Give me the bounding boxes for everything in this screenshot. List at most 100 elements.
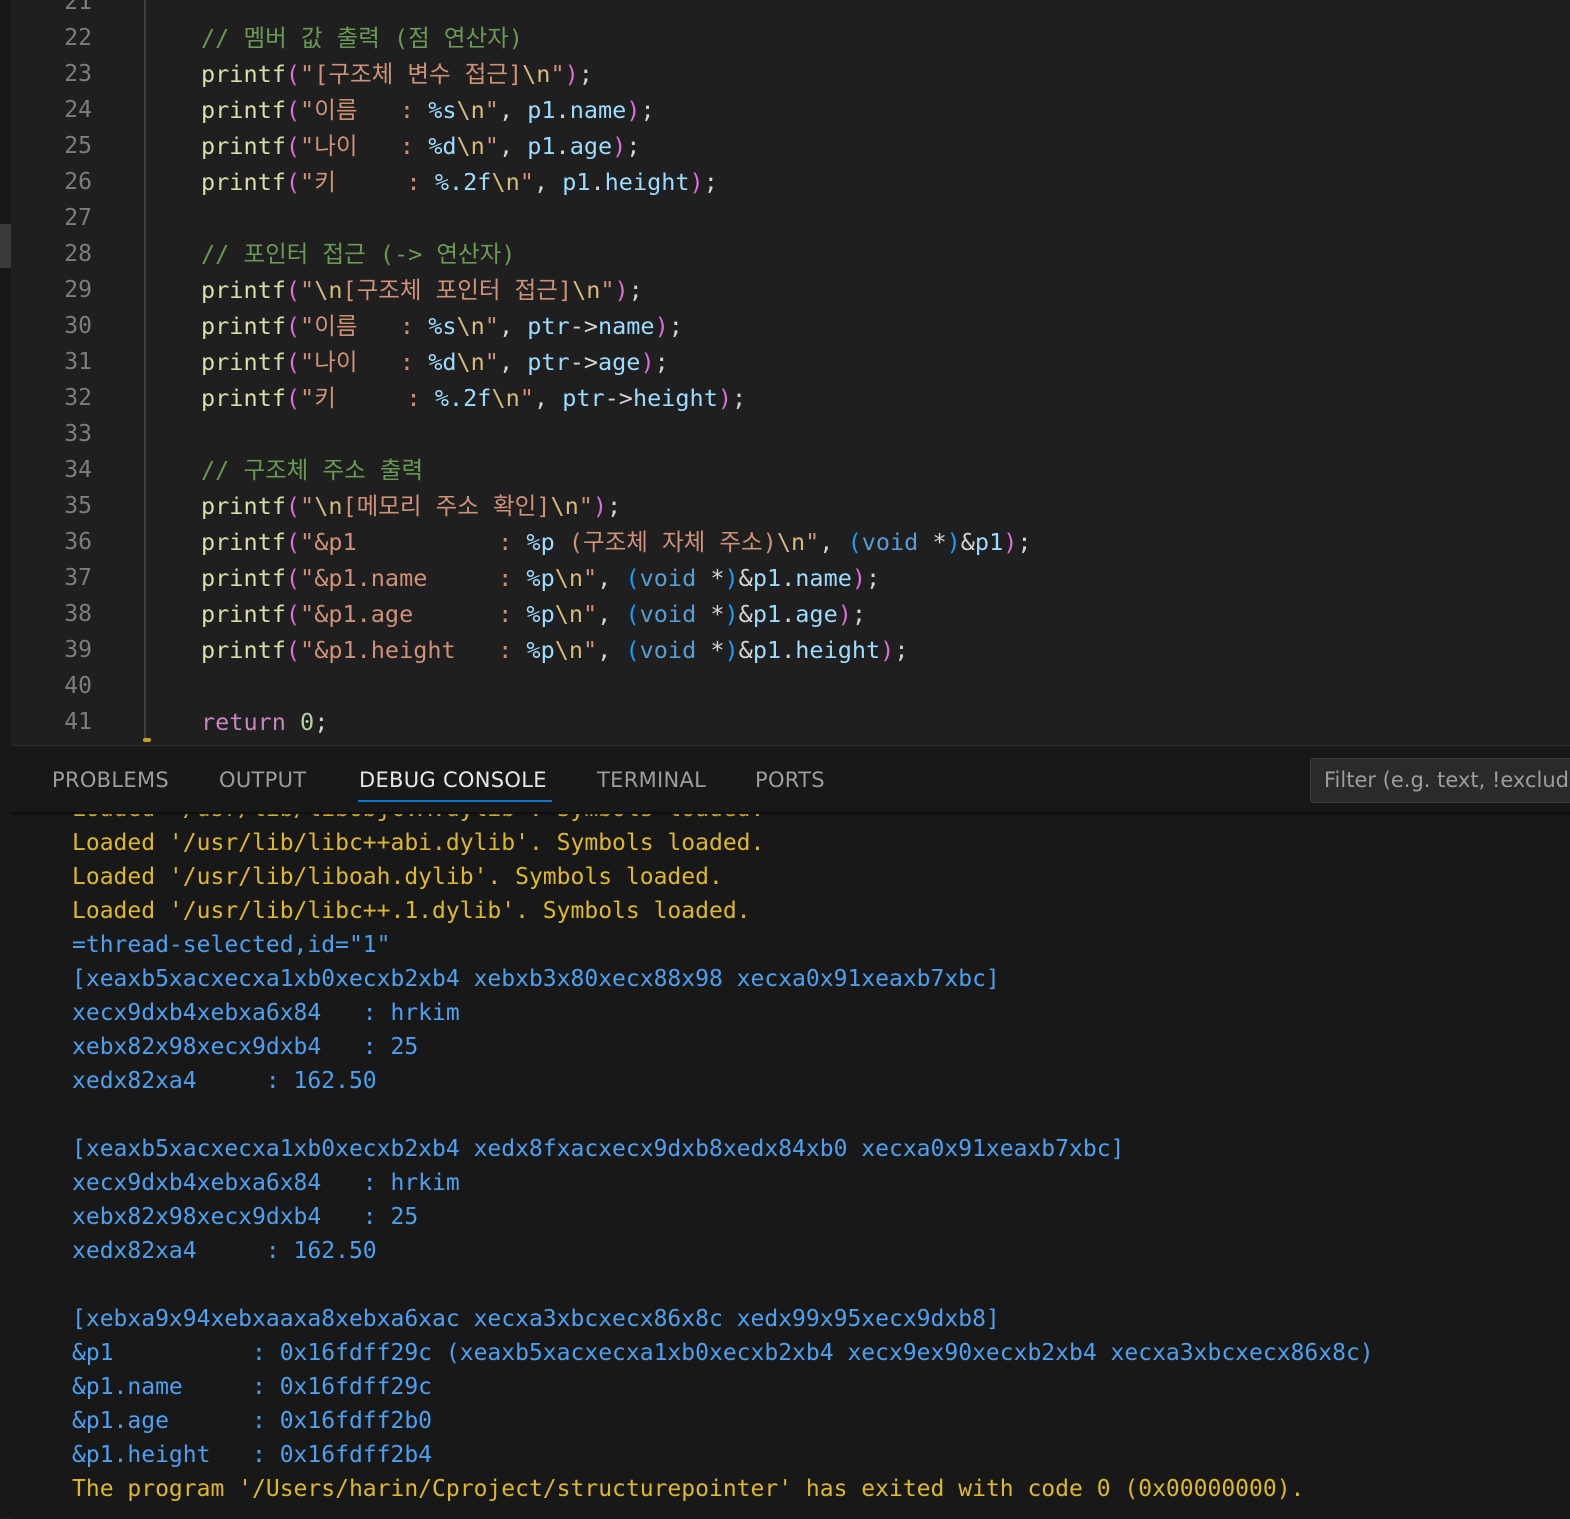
code-token: ( — [285, 564, 301, 592]
line-number: 32 — [64, 385, 92, 411]
code-token: ptr — [527, 348, 570, 376]
code-token: // 멤버 값 출력 (점 연산자) — [201, 24, 523, 52]
code-line[interactable]: 21 — [11, 0, 1570, 20]
code-line[interactable]: 26 printf("키 : %.2f\n", p1.height); — [11, 164, 1570, 200]
code-token: , — [498, 132, 528, 160]
code-line[interactable]: 38 printf("&p1.age : %p\n", (void *)&p1.a… — [11, 596, 1570, 632]
code-token: \n — [554, 600, 584, 628]
code-token: ) — [1003, 528, 1018, 556]
code-token: ; — [640, 96, 655, 124]
code-line[interactable]: 33 — [11, 416, 1570, 452]
tab-problems[interactable]: PROBLEMS — [52, 766, 169, 794]
code-token: ; — [1017, 528, 1032, 556]
code-token: ; — [866, 564, 881, 592]
code-line[interactable]: 25 printf("나이 : %d\n", p1.age); — [11, 128, 1570, 164]
tab-output[interactable]: OUTPUT — [219, 766, 306, 794]
code-token: p1 — [752, 564, 782, 592]
code-line[interactable]: 41 return 0; — [11, 704, 1570, 740]
code-token: p1 — [752, 636, 782, 664]
code-token: ) — [717, 384, 732, 412]
code-token: \n — [522, 60, 551, 88]
code-token: , — [597, 600, 626, 628]
code-line[interactable]: 34 // 구조체 주소 출력 — [11, 452, 1570, 488]
debug-console-output[interactable]: Loaded '/usr/lib/libobjc.A.dylib'. Symbo… — [11, 814, 1570, 1519]
console-filter[interactable] — [1310, 758, 1570, 803]
code-text: printf("나이 : %d\n", ptr->age); — [201, 344, 669, 380]
code-token: %.2f — [434, 168, 492, 196]
line-number: 41 — [64, 709, 92, 735]
code-line[interactable]: 39 printf("&p1.height : %p\n", (void *)&p… — [11, 632, 1570, 668]
code-text: // 구조체 주소 출력 — [201, 452, 423, 488]
code-editor[interactable]: 21 22// 멤버 값 출력 (점 연산자) 23 printf("[구조체 변수 … — [11, 0, 1570, 745]
code-token: . — [781, 564, 796, 592]
code-line[interactable]: 37 printf("&p1.name : %p\n", (void *)&p1.… — [11, 560, 1570, 596]
code-line[interactable]: 32 printf("키 : %.2f\n", ptr->height); — [11, 380, 1570, 416]
code-token: \n — [572, 276, 601, 304]
console-line: [xebxa9x94xebxaaxa8xebxa6xac xecxa3xbcxe… — [72, 1306, 1000, 1332]
code-token: ( — [625, 564, 640, 592]
code-token: , — [498, 348, 528, 376]
code-token: "&p1 : — [300, 528, 527, 556]
code-text: printf("이름 : %s\n", ptr->name); — [201, 308, 683, 344]
code-token: & — [738, 564, 753, 592]
code-token: " — [519, 384, 534, 412]
code-token: "[구조체 변수 접근] — [300, 60, 523, 88]
code-line[interactable]: 22 // 멤버 값 출력 (점 연산자) — [11, 20, 1570, 56]
code-token: ; — [668, 312, 683, 340]
code-line[interactable]: 30 printf("이름 : %s\n", ptr->name); — [11, 308, 1570, 344]
tab-ports[interactable]: PORTS — [755, 766, 825, 794]
code-token: ; — [314, 708, 329, 736]
code-token: printf — [201, 60, 286, 88]
code-line[interactable]: 35 printf("\n[메모리 주소 확인]\n"); — [11, 488, 1570, 524]
code-token: %p — [526, 528, 555, 556]
code-token: printf — [201, 600, 286, 628]
code-line[interactable]: 40 — [11, 668, 1570, 704]
code-token: \n — [554, 564, 584, 592]
code-token: height — [604, 168, 690, 196]
tab-debug-console[interactable]: DEBUG CONSOLE — [359, 766, 547, 794]
code-token: %p — [526, 636, 555, 664]
console-line: Loaded '/usr/lib/libc++abi.dylib'. Symbo… — [72, 830, 765, 856]
code-text: printf("\n[구조체 포인터 접근]\n"); — [201, 272, 643, 308]
code-token: , — [819, 528, 848, 556]
code-token: void — [639, 564, 697, 592]
code-token: \n — [550, 492, 579, 520]
code-line[interactable]: 27 — [11, 200, 1570, 236]
line-number: 24 — [64, 97, 92, 123]
code-token: * — [918, 528, 947, 556]
console-line: &p1 : 0x16fdff29c (xeaxb5xacxecxa1xb0xec… — [72, 1340, 1374, 1366]
line-number: 21 — [64, 0, 92, 15]
code-token: 0 — [300, 708, 315, 736]
code-token: ptr — [527, 312, 570, 340]
line-number: 29 — [64, 277, 92, 303]
code-text: printf("나이 : %d\n", p1.age); — [201, 128, 640, 164]
code-text: // 멤버 값 출력 (점 연산자) — [201, 20, 523, 56]
code-token: \n — [456, 132, 485, 160]
code-token: %s — [428, 312, 457, 340]
console-line: xecx9dxb4xebxa6x84 : hrkim — [72, 1000, 460, 1026]
line-number: 37 — [64, 565, 92, 591]
code-token: name — [569, 96, 627, 124]
code-line[interactable]: 28 // 포인터 접근 (-> 연산자) — [11, 236, 1570, 272]
console-filter-input[interactable] — [1311, 759, 1570, 792]
code-text: printf("&p1.age : %p\n", (void *)&p1.age… — [201, 596, 866, 632]
line-number: 36 — [64, 529, 92, 555]
tab-terminal[interactable]: TERMINAL — [597, 766, 706, 794]
code-token: printf — [201, 528, 286, 556]
code-line[interactable]: 36 printf("&p1 : %p (구조체 자체 주소)\n", (void… — [11, 524, 1570, 560]
console-line: &p1.height : 0x16fdff2b4 — [72, 1442, 433, 1468]
code-token: " — [583, 600, 598, 628]
code-token: [메모리 주소 확인] — [342, 492, 551, 520]
code-line[interactable]: 24 printf("이름 : %s\n", p1.name); — [11, 92, 1570, 128]
bottom-panel: PROBLEMS OUTPUT DEBUG CONSOLE TERMINAL P… — [11, 745, 1570, 1519]
code-text: printf("이름 : %s\n", p1.name); — [201, 92, 655, 128]
code-line[interactable]: 29 printf("\n[구조체 포인터 접근]\n"); — [11, 272, 1570, 308]
code-token: , — [533, 384, 563, 412]
code-token: " — [300, 276, 315, 304]
code-text: // 포인터 접근 (-> 연산자) — [201, 236, 515, 272]
code-line[interactable]: 31 printf("나이 : %d\n", ptr->age); — [11, 344, 1570, 380]
code-line[interactable]: 23 printf("[구조체 변수 접근]\n"); — [11, 56, 1570, 92]
code-token: , — [533, 168, 563, 196]
panel-tab-bar: PROBLEMS OUTPUT DEBUG CONSOLE TERMINAL P… — [11, 746, 1570, 814]
code-token: ) — [626, 96, 641, 124]
